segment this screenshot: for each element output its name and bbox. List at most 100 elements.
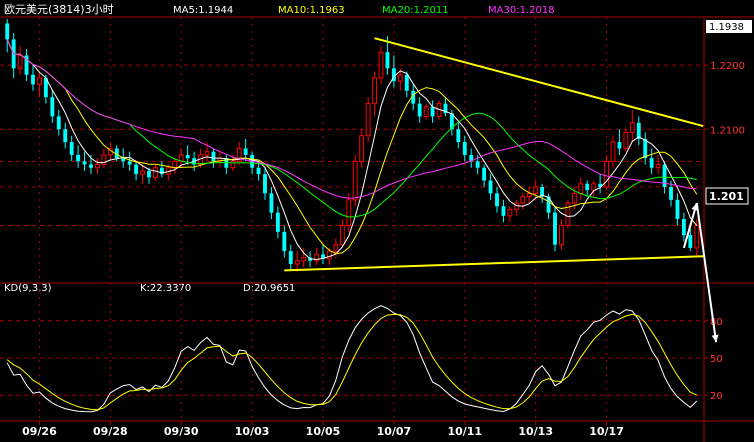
candle-body	[89, 164, 93, 168]
candle-body	[327, 250, 332, 260]
candle-body	[147, 170, 151, 178]
ma30-label: MA30:1.2018	[488, 5, 555, 16]
x-tick-label: 10/17	[589, 425, 624, 438]
x-tick-label: 09/28	[93, 425, 128, 438]
candle-body	[153, 167, 158, 178]
candle-body	[397, 74, 403, 82]
candle-body	[655, 164, 661, 169]
candle-body	[339, 224, 345, 246]
candle-body	[520, 196, 526, 204]
forex-chart: 欧元美元(3814)3小时 MA5:1.1944 MA10:1.1963 MA2…	[0, 0, 754, 442]
x-tick-label: 09/30	[164, 425, 199, 438]
candle-body	[694, 224, 700, 249]
current-price-label: 1.201	[709, 190, 744, 203]
candle-body	[571, 192, 577, 204]
x-tick-label: 10/03	[235, 425, 270, 438]
candle-body	[76, 154, 81, 162]
candle-body	[669, 186, 673, 200]
candle-body	[127, 161, 132, 165]
candle-body	[385, 52, 390, 69]
x-tick-label: 10/11	[447, 425, 482, 438]
candle	[565, 199, 571, 229]
chart-background	[0, 0, 754, 442]
candle	[553, 206, 557, 252]
candle-body	[282, 231, 287, 252]
candle-body	[263, 174, 267, 194]
candle-body	[623, 131, 629, 149]
candle-body	[211, 151, 216, 162]
candle-body	[359, 135, 365, 162]
candle-body	[430, 106, 435, 117]
ma10-label: MA10:1.1963	[278, 5, 345, 16]
top-price-label: 1.1938	[709, 22, 744, 33]
x-tick-label: 09/26	[22, 425, 57, 438]
candle-body	[526, 192, 532, 198]
candle-body	[275, 212, 280, 232]
candle-body	[230, 160, 236, 169]
candle-body	[688, 235, 693, 248]
candle-body	[488, 180, 493, 194]
candle-body	[50, 97, 55, 117]
candle-body	[5, 23, 10, 40]
candle-body	[95, 164, 100, 169]
candle-body	[243, 148, 248, 155]
candle-body	[417, 103, 422, 117]
candle-body	[643, 138, 648, 159]
candle-body	[482, 167, 487, 181]
kd-tick-label: 20	[710, 391, 723, 402]
candle-body	[495, 193, 499, 207]
candle-body	[288, 251, 293, 264]
candle-body	[610, 141, 616, 162]
candle-body	[365, 103, 371, 137]
x-tick-label: 10/05	[306, 425, 341, 438]
chart-title: 欧元美元(3814)3小时	[4, 3, 114, 16]
candle-body	[629, 122, 635, 133]
d-value-label: D:20.9651	[243, 283, 295, 294]
candle	[365, 97, 371, 143]
candle-body	[513, 202, 519, 210]
candle-body	[333, 244, 339, 252]
x-tick-label: 10/07	[377, 425, 412, 438]
candle-body	[56, 116, 61, 130]
candle-body	[294, 260, 300, 265]
k-value-label: K:22.3370	[140, 283, 191, 294]
candle-body	[404, 74, 409, 91]
price-tick-label: 1.2100	[710, 125, 745, 136]
candle-body	[585, 183, 590, 191]
candle-body	[346, 199, 352, 226]
candle-body	[140, 170, 145, 175]
kd-tick-label: 50	[710, 354, 723, 365]
candle-body	[204, 151, 210, 156]
candle-body	[172, 160, 178, 169]
candle-body	[553, 212, 557, 245]
candle-body	[378, 51, 384, 79]
candle-body	[69, 142, 74, 155]
ma20-label: MA20:1.2011	[382, 5, 449, 16]
candle-body	[82, 161, 87, 165]
price-tick-label: 1.2200	[710, 61, 745, 72]
candle-body	[507, 208, 513, 217]
candle-body	[352, 160, 358, 201]
kd-label: KD(9,3,3)	[4, 283, 52, 294]
candle-body	[591, 183, 597, 191]
candle-body	[185, 154, 190, 159]
candle-body	[462, 142, 467, 155]
candle-body	[533, 186, 539, 194]
candle-body	[301, 257, 307, 262]
candle-body	[649, 158, 654, 168]
candle-body	[456, 129, 461, 143]
candle-body	[17, 54, 23, 69]
candle-body	[501, 206, 506, 216]
candle-body	[31, 74, 35, 85]
x-tick-label: 10/13	[518, 425, 553, 438]
candle-body	[134, 164, 139, 175]
candle-body	[423, 106, 429, 117]
ma5-label: MA5:1.1944	[173, 5, 233, 16]
candle	[623, 129, 629, 152]
candle-body	[256, 167, 261, 175]
candle-body	[37, 77, 42, 85]
candle	[352, 154, 358, 207]
candle-body	[578, 183, 584, 194]
candle-body	[559, 224, 564, 246]
candle-body	[372, 77, 377, 105]
